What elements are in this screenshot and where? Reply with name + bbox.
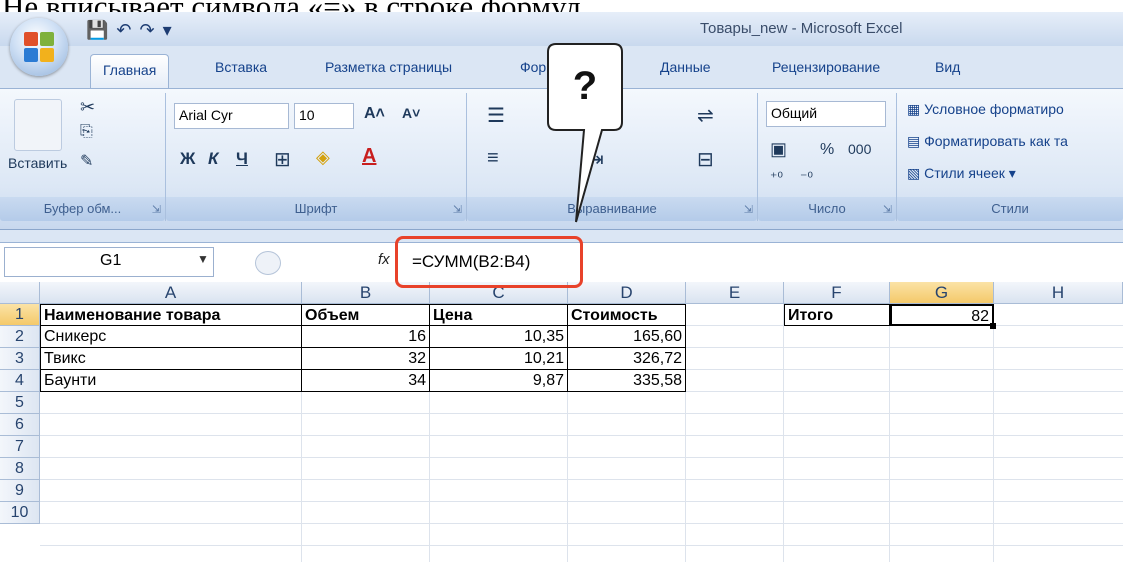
callout-question: ? — [572, 64, 598, 108]
excel-window: 💾 ↶ ↷ ▾ Товары_new - Microsoft Excel Гла… — [0, 12, 1123, 562]
